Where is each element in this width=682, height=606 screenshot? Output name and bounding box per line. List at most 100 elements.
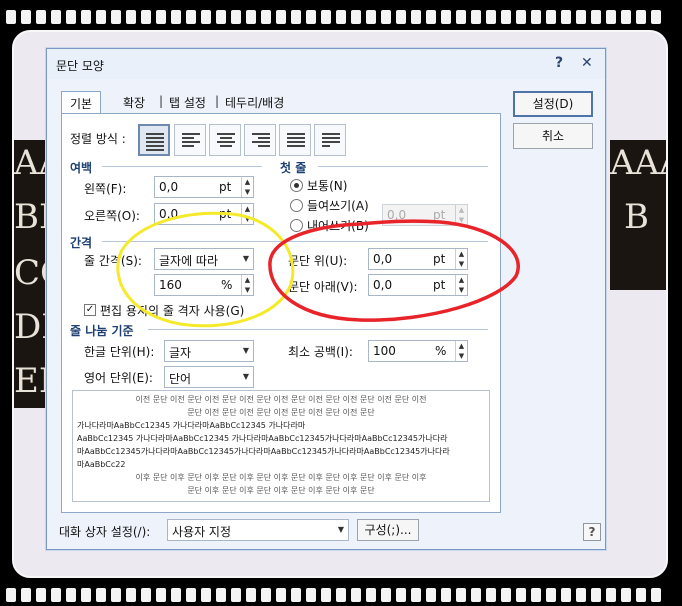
dialog-titlebar: 문단 모양 ? ✕ xyxy=(47,49,605,79)
radio-normal-label: 보통(N) xyxy=(307,179,348,193)
film-hole xyxy=(216,588,226,602)
film-hole xyxy=(441,10,451,24)
dialog-preset-select[interactable]: 사용자 지정 ▼ xyxy=(167,519,349,541)
korean-unit-label: 한글 단위(H): xyxy=(84,345,155,359)
korean-unit-select[interactable]: 글자 ▼ xyxy=(164,340,254,362)
film-hole xyxy=(126,588,136,602)
radio-hanging-label: 내어쓰기(B) xyxy=(307,219,369,233)
preview-line: 가나다라마AaBbCc12345 가나다라마AaBbCc12345 가나다라마 xyxy=(77,421,306,430)
radio-indent-label: 들여쓰기(A) xyxy=(307,199,369,213)
film-hole xyxy=(291,588,301,602)
film-hole xyxy=(156,588,166,602)
film-hole xyxy=(321,588,331,602)
film-hole xyxy=(231,588,241,602)
preview-line: AaBbCc12345 가나다라마AaBbCc12345 가나다라마AaBbCc… xyxy=(77,434,448,443)
film-hole xyxy=(456,588,466,602)
film-hole xyxy=(516,588,526,602)
film-hole xyxy=(21,588,31,602)
film-hole xyxy=(111,588,121,602)
film-hole xyxy=(546,10,556,24)
chevron-down-icon: ▼ xyxy=(242,372,250,381)
film-hole xyxy=(21,10,31,24)
preview-line: 문단 이전 문단 이전 문단 이전 문단 이전 문단 이전 문단 xyxy=(187,408,375,417)
preview-line: 문단 이후 문단 이후 문단 이후 문단 이후 문단 이후 문단 xyxy=(187,486,375,495)
film-hole xyxy=(36,10,46,24)
compose-button[interactable]: 구성(;)... xyxy=(357,519,419,541)
stepper-icon[interactable]: ▲ ▼ xyxy=(455,275,467,295)
left-margin-input[interactable]: 0,0 pt ▲ ▼ xyxy=(154,176,254,198)
help-button-icon[interactable]: ? xyxy=(583,523,601,541)
film-hole xyxy=(201,588,211,602)
film-hole xyxy=(171,588,181,602)
right-align-icon[interactable] xyxy=(244,124,276,156)
radio-indent[interactable] xyxy=(290,199,303,212)
left-margin-label: 왼쪽(F): xyxy=(84,182,127,196)
film-hole xyxy=(306,588,316,602)
min-space-label: 최소 공백(I): xyxy=(288,345,353,359)
film-holes-bottom xyxy=(0,584,682,606)
line-spacing-value-input[interactable]: 160 % ▲ ▼ xyxy=(154,274,254,296)
film-hole xyxy=(486,10,496,24)
film-hole xyxy=(366,588,376,602)
film-hole xyxy=(276,10,286,24)
film-hole xyxy=(606,10,616,24)
line-spacing-type-select[interactable]: 글자에 따라 ▼ xyxy=(154,248,254,270)
film-hole xyxy=(291,10,301,24)
ok-button[interactable]: 설정(D) xyxy=(513,91,593,117)
space-after-input[interactable]: 0,0 pt ▲ ▼ xyxy=(368,274,468,296)
grid-checkbox[interactable]: ✓ xyxy=(84,304,96,316)
film-hole xyxy=(381,10,391,24)
film-hole xyxy=(426,10,436,24)
film-hole xyxy=(96,10,106,24)
film-hole xyxy=(261,10,271,24)
tab-extended[interactable]: 확장 xyxy=(123,91,145,113)
film-hole xyxy=(246,588,256,602)
spacing-section-title: 간격 xyxy=(70,236,93,250)
first-line-value-input[interactable]: 0,0 pt ▲ ▼ xyxy=(382,204,468,226)
film-hole xyxy=(411,10,421,24)
tab-basic[interactable]: 기본 xyxy=(61,91,102,115)
english-unit-select[interactable]: 단어 ▼ xyxy=(164,366,254,388)
min-space-input[interactable]: 100 % ▲ ▼ xyxy=(368,340,468,362)
distribute-icon[interactable] xyxy=(279,124,311,156)
tab-tab-settings[interactable]: 탭 설정 xyxy=(169,91,206,113)
film-hole xyxy=(171,10,181,24)
film-hole xyxy=(126,10,136,24)
film-hole xyxy=(246,10,256,24)
tab-border-background[interactable]: 테두리/배경 xyxy=(225,91,284,113)
divider xyxy=(148,329,488,330)
stepper-icon[interactable]: ▲ ▼ xyxy=(241,204,253,224)
radio-normal[interactable] xyxy=(290,179,303,192)
left-align-icon[interactable] xyxy=(174,124,206,156)
film-hole xyxy=(486,588,496,602)
film-hole xyxy=(111,10,121,24)
first-line-section-title: 첫 줄 xyxy=(280,161,307,175)
film-hole xyxy=(276,588,286,602)
right-margin-input[interactable]: 0,0 pt ▲ ▼ xyxy=(154,203,254,225)
space-after-label: 문단 아래(V): xyxy=(288,280,358,294)
stepper-icon[interactable]: ▲ ▼ xyxy=(241,177,253,197)
film-hole xyxy=(366,10,376,24)
space-before-label: 문단 위(U): xyxy=(288,254,348,268)
help-icon[interactable]: ? xyxy=(555,55,563,71)
right-margin-label: 오른쪽(O): xyxy=(84,209,140,223)
stepper-icon[interactable]: ▲ ▼ xyxy=(455,341,467,361)
close-icon[interactable]: ✕ xyxy=(581,55,593,71)
space-before-input[interactable]: 0,0 pt ▲ ▼ xyxy=(368,248,468,270)
divide-icon[interactable] xyxy=(314,124,346,156)
chevron-down-icon: ▼ xyxy=(337,525,345,534)
stepper-icon[interactable]: ▲ ▼ xyxy=(241,275,253,295)
cancel-button[interactable]: 취소 xyxy=(513,123,593,149)
center-align-icon[interactable] xyxy=(209,124,241,156)
film-hole xyxy=(546,588,556,602)
stepper-icon[interactable]: ▲ ▼ xyxy=(455,249,467,269)
film-hole xyxy=(6,10,16,24)
film-holes-top xyxy=(0,6,682,28)
film-hole xyxy=(141,10,151,24)
radio-hanging[interactable] xyxy=(290,219,303,232)
stepper-icon[interactable]: ▲ ▼ xyxy=(455,205,467,225)
english-unit-label: 영어 단위(E): xyxy=(84,371,153,385)
film-hole xyxy=(531,10,541,24)
justify-icon[interactable] xyxy=(138,124,170,156)
film-hole xyxy=(51,588,61,602)
